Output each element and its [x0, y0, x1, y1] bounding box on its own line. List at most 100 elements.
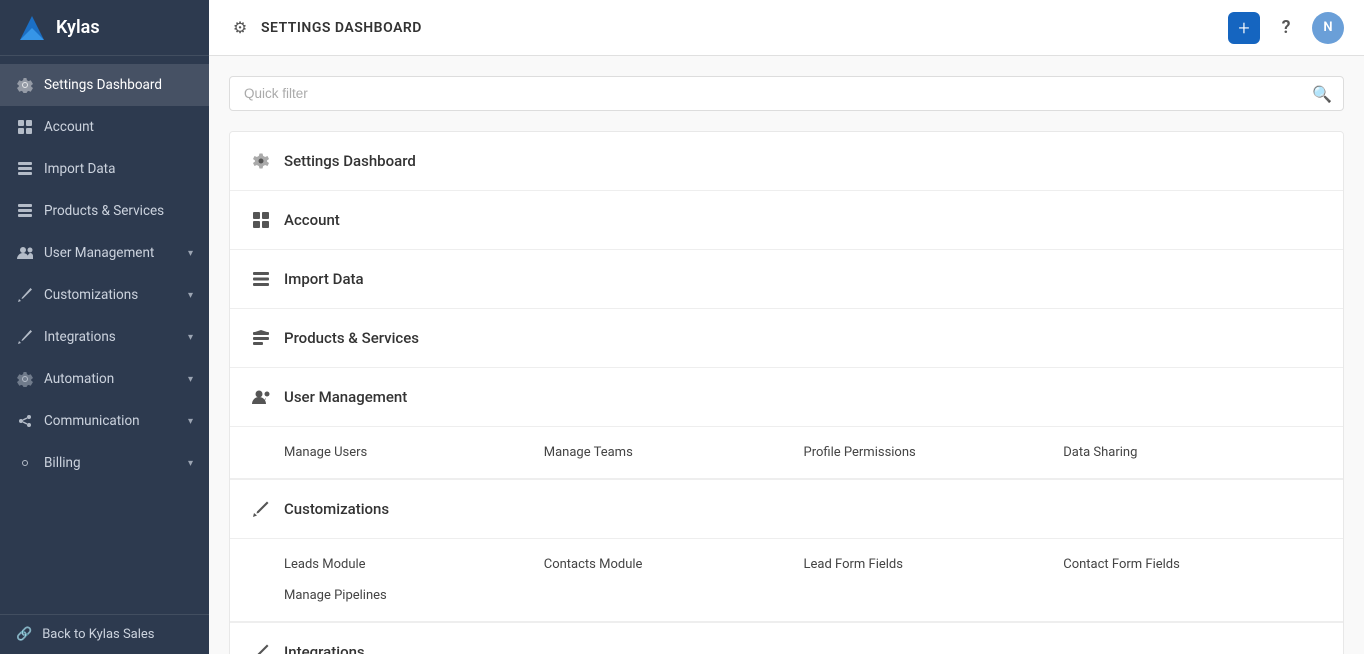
section-user-management-header[interactable]: User Management: [230, 368, 1343, 427]
chevron-icon: ▾: [188, 332, 193, 343]
section-products-services-title: Products & Services: [284, 329, 419, 347]
search-icon: 🔍: [1312, 84, 1332, 103]
app-logo[interactable]: Kylas: [0, 0, 209, 56]
chevron-icon: ▾: [188, 416, 193, 427]
link-leads-module[interactable]: Leads Module: [284, 553, 544, 576]
link-profile-permissions[interactable]: Profile Permissions: [804, 441, 1064, 464]
section-import-data: Import Data: [230, 250, 1343, 309]
section-account-title: Account: [284, 211, 340, 229]
communication-icon: [16, 412, 34, 430]
sidebar-item-label: Products & Services: [44, 203, 164, 219]
sidebar-item-user-management[interactable]: User Management ▾: [0, 232, 209, 274]
topbar-right: + ? N: [1228, 12, 1344, 44]
settings-sections: Settings Dashboard Account Imp: [229, 131, 1344, 654]
sidebar-item-account[interactable]: Account: [0, 106, 209, 148]
section-settings-dashboard-header[interactable]: Settings Dashboard: [230, 132, 1343, 190]
link-contact-form-fields[interactable]: Contact Form Fields: [1063, 553, 1323, 576]
link-contacts-module[interactable]: Contacts Module: [544, 553, 804, 576]
filter-box: 🔍: [229, 76, 1344, 111]
account-icon: [16, 118, 34, 136]
back-label: Back to Kylas Sales: [42, 627, 154, 642]
section-account-header[interactable]: Account: [230, 191, 1343, 249]
sidebar-item-import-data[interactable]: Import Data: [0, 148, 209, 190]
section-customizations-title: Customizations: [284, 500, 389, 518]
section-integrations: Integrations: [230, 623, 1343, 654]
settings-dashboard-icon: [16, 76, 34, 94]
customizations-section-icon: [250, 498, 272, 520]
section-import-data-header[interactable]: Import Data: [230, 250, 1343, 308]
sidebar-item-billing[interactable]: Billing ▾: [0, 442, 209, 484]
chevron-icon: ▾: [188, 248, 193, 259]
topbar: ⚙ SETTINGS DASHBOARD + ? N: [209, 0, 1364, 56]
topbar-gear-icon: ⚙: [229, 17, 251, 39]
sidebar-item-automation[interactable]: Automation ▾: [0, 358, 209, 400]
sidebar-item-label: Billing: [44, 455, 81, 471]
chevron-icon: ▾: [188, 290, 193, 301]
section-user-management-title: User Management: [284, 388, 407, 406]
section-integrations-header[interactable]: Integrations: [230, 623, 1343, 654]
add-button[interactable]: +: [1228, 12, 1260, 44]
products-services-section-icon: [250, 327, 272, 349]
sidebar: Kylas Settings Dashboard Account Import …: [0, 0, 209, 654]
section-customizations: Customizations Leads Module Contacts Mod…: [230, 480, 1343, 623]
sidebar-item-label: Communication: [44, 413, 140, 429]
chevron-icon: ▾: [188, 374, 193, 385]
sidebar-item-label: Automation: [44, 371, 114, 387]
user-management-icon: [16, 244, 34, 262]
link-manage-pipelines[interactable]: Manage Pipelines: [284, 584, 544, 607]
section-import-data-title: Import Data: [284, 270, 364, 288]
topbar-left: ⚙ SETTINGS DASHBOARD: [229, 17, 422, 39]
user-management-section-icon: [250, 386, 272, 408]
topbar-title: SETTINGS DASHBOARD: [261, 20, 422, 36]
back-icon: 🔗: [16, 627, 32, 642]
import-data-icon: [16, 160, 34, 178]
section-user-management-body: Manage Users Manage Teams Profile Permis…: [230, 427, 1343, 479]
back-to-kylas-sales[interactable]: 🔗 Back to Kylas Sales: [16, 627, 193, 642]
content-area: 🔍 Settings Dashboard Account: [209, 56, 1364, 654]
sidebar-footer: 🔗 Back to Kylas Sales: [0, 614, 209, 654]
section-integrations-title: Integrations: [284, 643, 365, 654]
link-data-sharing[interactable]: Data Sharing: [1063, 441, 1323, 464]
integrations-section-icon: [250, 641, 272, 654]
section-settings-dashboard-title: Settings Dashboard: [284, 152, 416, 170]
sidebar-item-label: User Management: [44, 245, 154, 261]
main-content: ⚙ SETTINGS DASHBOARD + ? N 🔍 Settings Da…: [209, 0, 1364, 654]
sidebar-nav: Settings Dashboard Account Import Data P…: [0, 56, 209, 614]
section-customizations-body: Leads Module Contacts Module Lead Form F…: [230, 539, 1343, 622]
section-products-services-header[interactable]: Products & Services: [230, 309, 1343, 367]
sidebar-item-label: Account: [44, 119, 94, 135]
sidebar-item-customizations[interactable]: Customizations ▾: [0, 274, 209, 316]
sidebar-item-integrations[interactable]: Integrations ▾: [0, 316, 209, 358]
sidebar-item-products-services[interactable]: Products & Services: [0, 190, 209, 232]
app-name: Kylas: [56, 17, 100, 38]
sidebar-item-label: Integrations: [44, 329, 116, 345]
sidebar-item-label: Import Data: [44, 161, 115, 177]
section-user-management-links: Manage Users Manage Teams Profile Permis…: [284, 441, 1323, 464]
section-customizations-links: Leads Module Contacts Module Lead Form F…: [284, 553, 1323, 607]
section-settings-dashboard: Settings Dashboard: [230, 132, 1343, 191]
products-services-icon: [16, 202, 34, 220]
integrations-icon: [16, 328, 34, 346]
sidebar-item-label: Settings Dashboard: [44, 77, 162, 93]
kylas-logo-icon: [16, 12, 48, 44]
chevron-icon: ▾: [188, 458, 193, 469]
section-customizations-header[interactable]: Customizations: [230, 480, 1343, 539]
import-data-section-icon: [250, 268, 272, 290]
avatar[interactable]: N: [1312, 12, 1344, 44]
section-user-management: User Management Manage Users Manage Team…: [230, 368, 1343, 480]
section-products-services: Products & Services: [230, 309, 1343, 368]
sidebar-item-label: Customizations: [44, 287, 138, 303]
section-account: Account: [230, 191, 1343, 250]
customizations-icon: [16, 286, 34, 304]
billing-icon: [16, 454, 34, 472]
link-manage-users[interactable]: Manage Users: [284, 441, 544, 464]
quick-filter-input[interactable]: [229, 76, 1344, 111]
link-manage-teams[interactable]: Manage Teams: [544, 441, 804, 464]
automation-icon: [16, 370, 34, 388]
settings-dashboard-section-icon: [250, 150, 272, 172]
sidebar-item-communication[interactable]: Communication ▾: [0, 400, 209, 442]
link-lead-form-fields[interactable]: Lead Form Fields: [804, 553, 1064, 576]
help-button[interactable]: ?: [1272, 14, 1300, 42]
sidebar-item-settings-dashboard[interactable]: Settings Dashboard: [0, 64, 209, 106]
account-section-icon: [250, 209, 272, 231]
